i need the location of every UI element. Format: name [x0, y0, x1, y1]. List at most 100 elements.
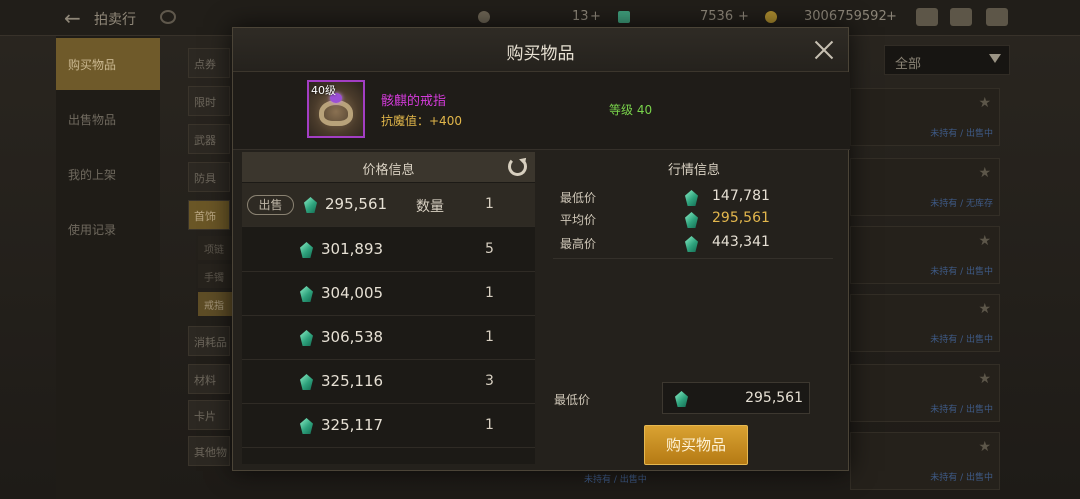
star-icon[interactable]: ★ — [978, 301, 991, 317]
price-value: 306,538 — [321, 328, 384, 346]
market-info-panel: 行情信息 最低价 147,781 平均价 295,561 最高价 443,341… — [547, 152, 841, 465]
subcategory-ring[interactable]: 戒指 — [198, 292, 232, 316]
item-name: 骸麒的戒指 — [381, 94, 447, 109]
left-nav: 购买物品 出售物品 我的上架 使用记录 — [56, 36, 160, 499]
item-info: 40级 骸麒的戒指 抗魔值：+400 等级 40 — [233, 72, 850, 150]
green-gem-icon — [300, 242, 313, 258]
lowest-price-label: 最低价 — [560, 191, 597, 205]
min-price-value: 295,561 — [745, 390, 803, 406]
price-row[interactable]: 325,117 1 — [242, 404, 535, 448]
green-gem-icon — [685, 190, 698, 206]
category-consumable[interactable]: 消耗品 — [188, 326, 230, 356]
listing-card[interactable]: ★ 未持有 / 出售中 — [850, 226, 1000, 284]
gold-coin-icon — [765, 11, 777, 23]
green-gem-icon — [300, 374, 313, 390]
mail-icon[interactable] — [950, 8, 972, 26]
listing-status: 未持有 / 出售中 — [930, 267, 993, 277]
listing-card[interactable]: ★ 未持有 / 出售中 — [850, 294, 1000, 352]
price-info-header: 价格信息 — [242, 152, 535, 182]
highest-price-value: 443,341 — [712, 234, 770, 250]
category-accessory[interactable]: 首饰 — [188, 200, 230, 230]
price-value: 325,116 — [321, 372, 384, 390]
buy-button[interactable]: 购买物品 — [644, 425, 748, 465]
quantity-label: 数量 — [416, 199, 444, 215]
filter-dropdown[interactable]: 全部 — [884, 45, 1010, 75]
eye-icon[interactable] — [160, 10, 176, 24]
price-info-title: 价格信息 — [362, 163, 415, 178]
divider — [553, 258, 833, 259]
price-row[interactable]: 出售 295,561 数量 1 — [242, 183, 535, 227]
back-arrow-icon[interactable]: ← — [64, 7, 86, 29]
listing-card[interactable]: ★ 未持有 / 出售中 — [850, 364, 1000, 422]
refresh-icon[interactable] — [508, 157, 527, 176]
min-price-label: 最低价 — [554, 393, 591, 407]
average-price-value: 295,561 — [712, 210, 770, 226]
green-gem-icon — [675, 391, 688, 407]
star-icon[interactable]: ★ — [978, 95, 991, 111]
nav-history[interactable]: 使用记录 — [68, 221, 116, 238]
item-stat: 抗魔值：+400 — [381, 114, 462, 128]
listing-card[interactable]: ★ 未持有 / 出售中 — [850, 88, 1000, 146]
star-icon[interactable]: ★ — [978, 165, 991, 181]
quantity-value: 1 — [485, 417, 494, 433]
price-value: 304,005 — [321, 284, 384, 302]
item-icon[interactable]: 40级 — [307, 80, 365, 138]
category-weapon[interactable]: 武器 — [188, 124, 230, 154]
green-gem-icon — [300, 330, 313, 346]
price-row[interactable]: 325,116 3 — [242, 360, 535, 404]
price-row[interactable]: 306,538 1 — [242, 316, 535, 360]
moon-count: 13 — [572, 9, 589, 24]
chevron-down-icon — [989, 54, 1001, 63]
market-info-header: 行情信息 — [547, 152, 841, 182]
nav-buy[interactable]: 购买物品 — [56, 38, 160, 90]
price-info-panel: 价格信息 出售 295,561 数量 1 301,893 5 304,005 1… — [242, 152, 535, 464]
bag-icon[interactable] — [916, 8, 938, 26]
star-icon[interactable]: ★ — [978, 371, 991, 387]
category-armor[interactable]: 防具 — [188, 162, 230, 192]
star-icon[interactable]: ★ — [978, 439, 991, 455]
listing-status: 未持有 / 无库存 — [930, 199, 993, 209]
chat-icon[interactable] — [986, 8, 1008, 26]
add-moon-button[interactable]: + — [590, 9, 601, 24]
green-gem-icon — [618, 11, 630, 23]
price-value: 295,561 — [325, 195, 388, 213]
quantity-value: 1 — [485, 285, 494, 301]
nav-my-listings[interactable]: 我的上架 — [68, 166, 116, 183]
listing-card[interactable]: ★ 未持有 / 出售中 — [850, 432, 1000, 490]
listing-status: 未持有 / 出售中 — [930, 473, 993, 483]
close-button[interactable] — [812, 38, 836, 62]
category-other[interactable]: 其他物 — [188, 436, 230, 466]
gold-count: 3006759592 — [804, 9, 887, 24]
category-card[interactable]: 卡片 — [188, 400, 230, 430]
green-gem-icon — [685, 236, 698, 252]
green-gem-icon — [300, 286, 313, 302]
star-icon[interactable]: ★ — [978, 233, 991, 249]
category-points[interactable]: 点券 — [188, 48, 230, 78]
lowest-price-value: 147,781 — [712, 188, 770, 204]
filter-value: 全部 — [895, 57, 922, 72]
screen-title: 拍卖行 — [94, 12, 136, 28]
add-gold-button[interactable]: + — [886, 9, 897, 24]
category-material[interactable]: 材料 — [188, 364, 230, 394]
add-gem-button[interactable]: + — [738, 9, 749, 24]
listing-status: 未持有 / 出售中 — [930, 405, 993, 415]
green-gem-icon — [685, 212, 698, 228]
listing-status: 未持有 / 出售中 — [930, 129, 993, 139]
min-price-field[interactable]: 295,561 — [662, 382, 810, 414]
price-row[interactable]: 304,005 1 — [242, 272, 535, 316]
listing-card[interactable]: ★ 未持有 / 无库存 — [850, 158, 1000, 216]
price-row[interactable]: 301,893 5 — [242, 228, 535, 272]
quantity-value: 3 — [485, 373, 494, 389]
category-limited[interactable]: 限时 — [188, 86, 230, 116]
nav-sell[interactable]: 出售物品 — [68, 111, 116, 128]
highest-price-label: 最高价 — [560, 237, 597, 251]
item-level-badge: 40级 — [311, 84, 336, 97]
subcategory-bracelet[interactable]: 手镯 — [198, 264, 232, 288]
dialog-header: 购买物品 — [233, 28, 848, 72]
green-gem-icon — [304, 197, 317, 213]
dialog-title: 购买物品 — [506, 44, 575, 64]
sell-tag: 出售 — [247, 195, 294, 215]
subcategory-necklace[interactable]: 项链 — [198, 236, 232, 260]
price-value: 301,893 — [321, 240, 384, 258]
moon-icon — [478, 11, 490, 23]
